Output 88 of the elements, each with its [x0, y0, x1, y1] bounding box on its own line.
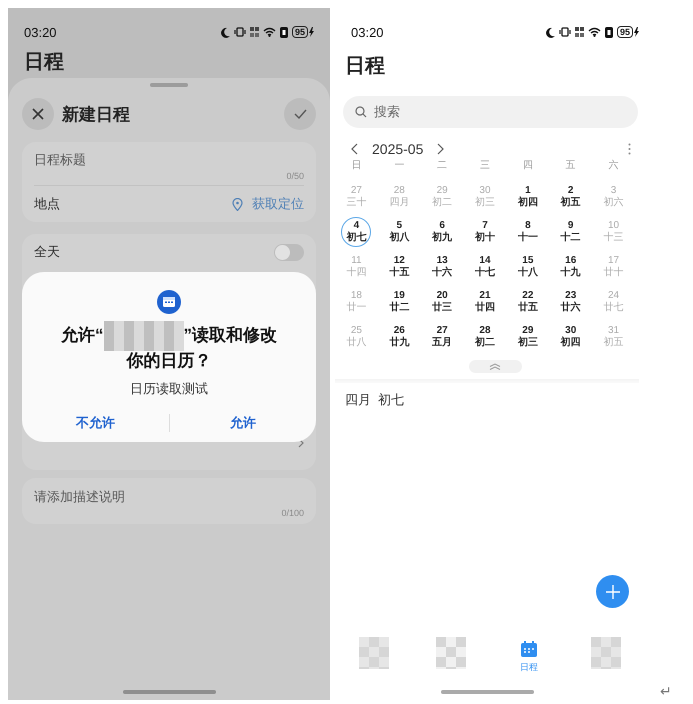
dialog-title-start: 允许“	[61, 325, 104, 344]
close-button[interactable]	[22, 98, 54, 130]
chevron-right-icon[interactable]	[437, 143, 444, 155]
pixelated-redaction	[358, 637, 389, 669]
weekday-label: 二	[436, 159, 448, 173]
calendar-day[interactable]: 5 初八	[384, 216, 414, 246]
location-label: 地点	[34, 195, 60, 213]
search-field[interactable]: 搜索	[343, 96, 638, 128]
battery-level: 95	[616, 26, 633, 38]
calendar-day[interactable]: 8 十一	[512, 216, 543, 246]
double-chevron-up-icon	[489, 363, 501, 370]
calendar-day[interactable]: 20 廿三	[427, 286, 458, 316]
calendar-day[interactable]: 19 廿二	[384, 286, 414, 316]
search-icon	[355, 106, 367, 118]
dialog-title-end: ”读取和修改	[184, 325, 277, 344]
vibrate-icon	[558, 27, 571, 37]
month-label: 2025-05	[372, 141, 424, 157]
calendar-day[interactable]: 2 初五	[556, 182, 586, 212]
page-title: 日程	[24, 50, 65, 75]
weekday-label: 四	[522, 159, 534, 173]
moon-icon	[544, 26, 555, 38]
calendar-day[interactable]: 28 初二	[470, 322, 500, 352]
character-counter: 0/50	[285, 171, 304, 181]
calendar-icon	[157, 290, 181, 314]
search-placeholder: 搜索	[374, 103, 400, 121]
all-day-toggle[interactable]	[274, 244, 304, 260]
page-title: 日程	[345, 54, 386, 79]
all-day-label: 全天	[34, 243, 60, 261]
collapse-handle[interactable]	[468, 360, 522, 373]
charging-icon	[634, 27, 639, 37]
calendar-day[interactable]: 9 十二	[556, 216, 586, 246]
calendar-day[interactable]: 23 廿六	[556, 286, 586, 316]
close-icon	[32, 108, 44, 120]
weekday-label: 日	[350, 159, 362, 173]
location-pin-icon	[232, 198, 243, 210]
dialog-subtitle: 日历读取测试	[130, 380, 208, 398]
vibrate-icon	[234, 27, 246, 37]
status-time: 03:20	[24, 24, 57, 40]
calendar-day[interactable]: 30 初四	[556, 322, 586, 352]
calendar-icon	[520, 640, 538, 658]
weekday-label: 六	[608, 159, 620, 173]
calendar-day[interactable]: 26 廿九	[384, 322, 414, 352]
title-field[interactable]: 日程标题 0/50	[34, 142, 304, 181]
pixelated-redaction	[591, 637, 622, 669]
more-vertical-icon[interactable]	[628, 143, 631, 155]
data-speed-icon	[250, 26, 259, 38]
check-icon	[294, 109, 306, 119]
sheet-title: 新建日程	[62, 104, 131, 126]
plus-icon	[606, 584, 620, 598]
weekday-label: 一	[393, 159, 406, 173]
battery-saver-icon	[604, 26, 613, 38]
title-placeholder: 日程标题	[34, 151, 87, 169]
chevron-left-icon[interactable]	[351, 143, 358, 155]
calendar-day[interactable]: 16 十九	[556, 252, 586, 282]
allow-button[interactable]: 允许	[170, 410, 316, 436]
description-placeholder: 请添加描述说明	[34, 488, 126, 506]
wifi-icon	[262, 27, 276, 37]
pixelated-redaction	[436, 637, 466, 669]
add-button[interactable]	[596, 575, 629, 608]
weekday-label: 三	[478, 159, 491, 173]
calendar-day[interactable]: 4 初七	[341, 216, 372, 246]
calendar-day[interactable]: 27 五月	[427, 322, 458, 352]
description-field[interactable]: 请添加描述说明 0/100	[22, 478, 316, 524]
calendar-day[interactable]: 15 十八	[512, 252, 543, 282]
calendar-day[interactable]: 7 初十	[470, 216, 500, 246]
character-counter: 0/100	[280, 508, 304, 518]
calendar-day[interactable]: 14 十七	[470, 252, 500, 282]
battery-saver-icon	[280, 26, 288, 38]
calendar-day[interactable]: 22 廿五	[512, 286, 543, 316]
deny-button[interactable]: 不允许	[22, 410, 168, 436]
calendar-day[interactable]: 21 廿四	[470, 286, 500, 316]
wifi-icon	[588, 27, 601, 37]
charging-icon	[309, 27, 314, 37]
moon-icon	[220, 26, 230, 38]
selected-date-lunar: 四月 初七	[345, 391, 406, 409]
calendar-day[interactable]: 13 十六	[427, 252, 458, 282]
calendar-day[interactable]: 1 初四	[512, 182, 543, 212]
calendar-day[interactable]: 6 初九	[427, 216, 458, 246]
calendar-day[interactable]: 29 初三	[512, 322, 543, 352]
data-speed-icon	[574, 26, 584, 38]
return-symbol: ↵	[660, 683, 672, 700]
confirm-button[interactable]	[284, 98, 316, 130]
status-time: 03:20	[351, 24, 384, 40]
weekday-label: 五	[564, 159, 577, 173]
drag-handle	[150, 83, 188, 87]
dialog-title-line: 你的日历？	[126, 351, 212, 370]
calendar-day[interactable]: 12 十五	[384, 252, 414, 282]
battery-level: 95	[292, 26, 308, 38]
